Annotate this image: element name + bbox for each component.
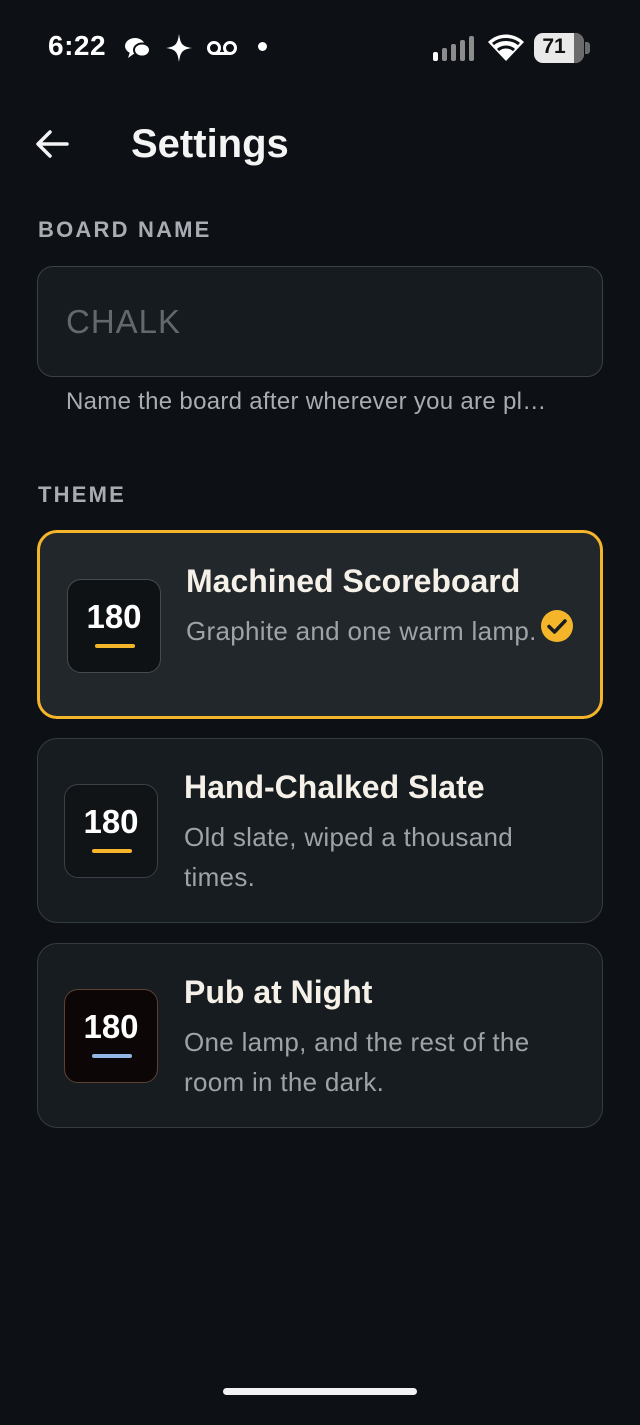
board-name-helper-text: Name the board after wherever you are pl… (66, 388, 547, 415)
settings-screen: 6:22 71 Settings BOARD NAME CHALK Name t… (0, 0, 640, 1425)
home-indicator[interactable] (223, 1388, 417, 1395)
theme-description: Old slate, wiped a thousand times. (184, 822, 513, 892)
preview-accent-bar (92, 1054, 132, 1058)
status-bar: 6:22 71 (0, 0, 640, 96)
theme-label: THEME (38, 482, 126, 507)
board-name-label: BOARD NAME (38, 217, 212, 242)
wifi-icon (488, 34, 524, 67)
notification-dot-icon (258, 42, 267, 51)
preview-accent-bar (95, 644, 135, 648)
back-arrow-icon (35, 129, 69, 164)
battery-icon: 71 (534, 33, 590, 63)
theme-title: Machined Scoreboard (186, 563, 521, 599)
theme-option-pub-at-night[interactable]: 180 Pub at Night One lamp, and the rest … (37, 943, 603, 1128)
theme-description: One lamp, and the rest of the room in th… (184, 1027, 530, 1097)
preview-score: 180 (86, 598, 142, 635)
theme-preview: 180 (64, 784, 158, 878)
theme-option-hand-chalked-slate[interactable]: 180 Hand-Chalked Slate Old slate, wiped … (37, 738, 603, 923)
theme-title: Pub at Night (184, 974, 373, 1010)
check-circle-icon (540, 609, 574, 648)
preview-score: 180 (83, 1008, 139, 1045)
theme-title: Hand-Chalked Slate (184, 769, 485, 805)
chat-bubble-icon (124, 36, 152, 67)
status-time: 6:22 (48, 30, 107, 61)
preview-accent-bar (92, 849, 132, 853)
page-title: Settings (131, 122, 289, 166)
battery-percent: 71 (542, 35, 566, 58)
voicemail-icon (206, 40, 238, 61)
preview-score: 180 (83, 803, 139, 840)
theme-preview: 180 (67, 579, 161, 673)
signal-icon (432, 36, 478, 67)
sparkle-icon (165, 33, 193, 68)
theme-preview: 180 (64, 989, 158, 1083)
back-button[interactable] (26, 120, 78, 172)
theme-description: Graphite and one warm lamp. (186, 616, 537, 646)
board-name-field[interactable] (37, 266, 603, 377)
theme-option-machined-scoreboard[interactable]: 180 Machined Scoreboard Graphite and one… (37, 530, 603, 719)
board-name-input[interactable] (66, 297, 566, 347)
